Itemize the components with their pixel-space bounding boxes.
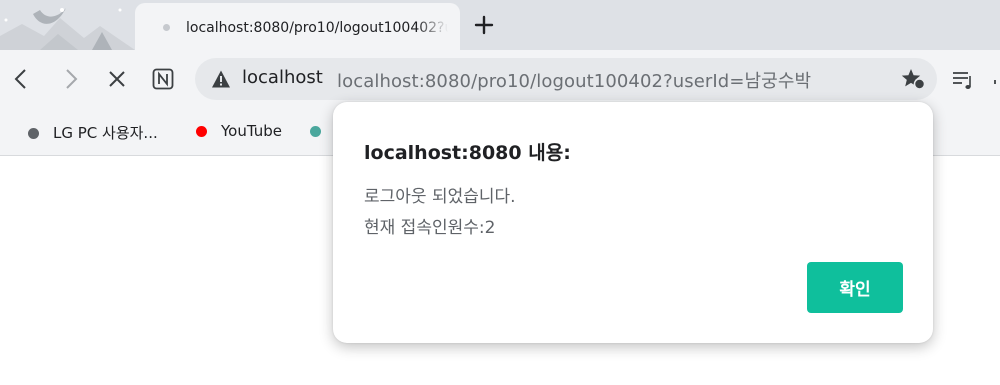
tab-title: localhost:8080/pro10/logout100402?userId…	[186, 20, 448, 36]
youtube-favicon-icon	[196, 126, 207, 137]
dialog-message-line: 로그아웃 되었습니다.	[364, 187, 516, 207]
browser-toolbar: localhost localhost:8080/pro10/logout100…	[0, 50, 1000, 108]
n-extension-icon[interactable]	[150, 66, 176, 92]
bookmark-label: LG PC 사용자...	[53, 124, 158, 142]
bookmark-youtube[interactable]: YouTube	[196, 122, 282, 142]
stop-loading-x-icon[interactable]	[104, 66, 130, 92]
address-bar[interactable]: localhost localhost:8080/pro10/logout100…	[195, 58, 937, 100]
overflow-icon[interactable]	[990, 66, 1000, 92]
dialog-message-line: 현재 접속인원수:2	[364, 218, 496, 238]
browser-window: localhost:8080/pro10/logout100402?userId…	[0, 0, 1000, 385]
bookmark-label: YouTube	[221, 122, 282, 140]
not-secure-warning-icon[interactable]	[211, 69, 231, 89]
active-tab[interactable]: localhost:8080/pro10/logout100402?userId…	[135, 3, 460, 50]
back-arrow-icon[interactable]	[8, 66, 34, 92]
address-host: localhost	[242, 67, 323, 88]
forward-arrow-icon[interactable]	[58, 66, 84, 92]
bookmark-lg-pc[interactable]: LG PC 사용자...	[28, 122, 158, 142]
theme-decoration	[0, 8, 135, 50]
ok-button[interactable]: 확인	[807, 262, 903, 313]
dialog-title: localhost:8080 내용:	[364, 142, 571, 164]
tab-strip: localhost:8080/pro10/logout100402?userId…	[0, 0, 1000, 50]
bookmark-third[interactable]	[310, 122, 335, 142]
bookmark-star-icon[interactable]	[901, 68, 925, 90]
address-url: localhost:8080/pro10/logout100402?userId…	[337, 71, 812, 92]
reading-list-icon[interactable]	[950, 66, 976, 92]
bookmark-favicon-icon	[28, 128, 39, 139]
loading-favicon-icon	[163, 24, 170, 31]
new-tab-plus-icon[interactable]	[472, 13, 496, 37]
alert-dialog: localhost:8080 내용: 로그아웃 되었습니다. 현재 접속인원수:…	[333, 102, 933, 343]
bookmark-favicon-icon	[310, 126, 321, 137]
